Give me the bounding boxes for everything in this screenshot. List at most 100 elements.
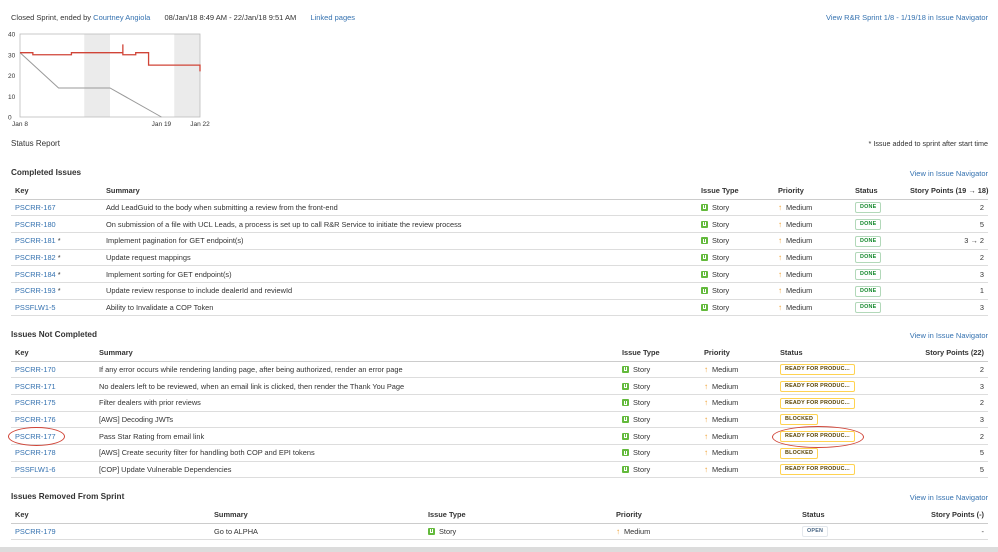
priority-label: Medium: [712, 398, 739, 408]
column-header-key[interactable]: Key: [11, 182, 102, 200]
column-header-story-points[interactable]: Story Points (-): [918, 506, 988, 524]
issue-key-link[interactable]: PSCRR-171: [15, 382, 56, 391]
column-header-key[interactable]: Key: [11, 506, 210, 524]
nonworking-days-band-0: [84, 34, 110, 117]
sprint-issue-navigator-link[interactable]: View R&R Sprint 1/8 - 1/19/18 in Issue N…: [826, 13, 988, 22]
issue-key-link[interactable]: PSCRR-178: [15, 448, 56, 457]
issue-key-link[interactable]: PSCRR-170: [15, 365, 56, 374]
table-row[interactable]: PSSFLW1-5 Ability to Invalidate a COP To…: [11, 299, 988, 317]
column-header-status[interactable]: Status: [851, 182, 906, 200]
issue-key-cell: PSCRR-175: [11, 394, 95, 412]
issue-key-link[interactable]: PSCRR-167: [15, 203, 56, 212]
column-header-story-points[interactable]: Story Points (19 → 18): [906, 182, 988, 200]
table-row[interactable]: PSCRR-178 [AWS] Create security filter fo…: [11, 444, 988, 462]
issue-key-link[interactable]: PSCRR-180: [15, 220, 56, 229]
issue-type-label: Story: [633, 464, 651, 474]
issue-type-cell: Story: [697, 265, 774, 283]
issue-key-link[interactable]: PSSFLW1-6: [15, 465, 56, 474]
sprint-status-text: Closed Sprint, ended by: [11, 13, 92, 22]
table-row[interactable]: PSCRR-180 On submission of a file with U…: [11, 215, 988, 233]
issue-key-link[interactable]: PSCRR-176: [15, 415, 56, 424]
issue-key-link[interactable]: PSCRR-181: [15, 236, 56, 245]
table-row[interactable]: PSCRR-181 * Implement pagination for GET …: [11, 232, 988, 250]
issue-summary: [AWS] Create security filter for handlin…: [95, 444, 618, 462]
priority-cell: ↑ Medium: [774, 215, 851, 233]
issue-key-cell: PSCRR-193 *: [11, 282, 102, 300]
table-row[interactable]: PSCRR-171 No dealers left to be reviewed,…: [11, 377, 988, 395]
issue-type-cell: Story: [697, 282, 774, 300]
priority-cell: ↑ Medium: [700, 411, 776, 429]
table-row[interactable]: PSCRR-177 Pass Star Rating from email lin…: [11, 427, 988, 445]
removed-issue-navigator-link[interactable]: View in Issue Navigator: [910, 493, 988, 502]
issue-type-label: Story: [712, 252, 730, 262]
column-header-priority[interactable]: Priority: [612, 506, 798, 524]
issue-type-cell: Story: [618, 411, 700, 429]
priority-cell: ↑ Medium: [774, 199, 851, 217]
column-header-issue-type[interactable]: Issue Type: [697, 182, 774, 200]
issue-summary: Ability to Invalidate a COP Token: [102, 299, 697, 317]
column-header-issue-type[interactable]: Issue Type: [424, 506, 612, 524]
issue-key-link[interactable]: PSCRR-184: [15, 270, 56, 279]
column-header-status[interactable]: Status: [776, 344, 888, 362]
status-lozenge: DONE: [855, 219, 882, 231]
issue-summary: Update review response to include dealer…: [102, 282, 697, 300]
issue-key-cell: PSCRR-184 *: [11, 265, 102, 283]
status-cell: READY FOR PRODUC...: [776, 394, 888, 412]
issue-key-link[interactable]: PSCRR-193: [15, 286, 56, 295]
issue-summary: No dealers left to be reviewed, when an …: [95, 377, 618, 395]
column-header-summary[interactable]: Summary: [210, 506, 424, 524]
issue-type-label: Story: [633, 364, 651, 374]
issue-key-cell: PSSFLW1-5: [11, 299, 102, 317]
story-icon: [622, 399, 629, 407]
story-icon: [701, 220, 708, 228]
issue-type-cell: Story: [618, 444, 700, 462]
column-header-issue-type[interactable]: Issue Type: [618, 344, 700, 362]
table-row[interactable]: PSCRR-176 [AWS] Decoding JWTs Story ↑ Medium…: [11, 411, 988, 429]
removed-issues-table: Key Summary Issue Type Priority Status S…: [11, 506, 988, 541]
linked-pages-link[interactable]: Linked pages: [310, 13, 355, 22]
column-header-priority[interactable]: Priority: [700, 344, 776, 362]
table-row[interactable]: PSCRR-193 * Update review response to inc…: [11, 282, 988, 300]
priority-medium-arrow-icon: ↑: [778, 286, 782, 296]
issue-type-label: Story: [712, 302, 730, 312]
column-header-priority[interactable]: Priority: [774, 182, 851, 200]
table-row[interactable]: PSCRR-175 Filter dealers with prior revie…: [11, 394, 988, 412]
not-completed-issue-navigator-link[interactable]: View in Issue Navigator: [910, 331, 988, 340]
issue-type-label: Story: [712, 219, 730, 229]
column-header-story-points[interactable]: Story Points (22): [888, 344, 988, 362]
issue-summary: [AWS] Decoding JWTs: [95, 411, 618, 429]
issue-key-link[interactable]: PSCRR-177: [15, 432, 56, 441]
completed-issue-navigator-link[interactable]: View in Issue Navigator: [910, 169, 988, 178]
burndown-chart: 40 30 20 10 0 Jan 8 Jan 19 Jan 22: [6, 28, 216, 132]
column-header-status[interactable]: Status: [798, 506, 918, 524]
issue-key-cell: PSCRR-176: [11, 411, 95, 429]
column-header-key[interactable]: Key: [11, 344, 95, 362]
issue-type-label: Story: [712, 202, 730, 212]
priority-cell: ↑ Medium: [612, 523, 798, 541]
issue-type-label: Story: [633, 431, 651, 441]
story-icon: [701, 203, 708, 211]
status-cell: READY FOR PRODUC...: [776, 427, 888, 445]
issue-key-link[interactable]: PSCRR-179: [15, 527, 56, 536]
priority-medium-arrow-icon: ↑: [778, 236, 782, 246]
priority-cell: ↑ Medium: [700, 377, 776, 395]
table-row[interactable]: PSSFLW1-6 [COP] Update Vulnerable Depende…: [11, 461, 988, 479]
table-row[interactable]: PSCRR-179 Go to ALPHA Story ↑ Medium OPEN -: [11, 523, 988, 541]
table-row[interactable]: PSCRR-167 Add LeadGuid to the body when …: [11, 199, 988, 217]
priority-medium-arrow-icon: ↑: [778, 269, 782, 279]
table-header-row: Key Summary Issue Type Priority Status S…: [11, 344, 988, 362]
story-icon: [622, 382, 629, 390]
x-tick-label: Jan 19: [152, 121, 172, 128]
table-row[interactable]: PSCRR-170 If any error occurs while rende…: [11, 361, 988, 379]
story-icon: [622, 449, 629, 457]
table-row[interactable]: PSCRR-184 * Implement sorting for GET end…: [11, 265, 988, 283]
issue-key-link[interactable]: PSCRR-182: [15, 253, 56, 262]
column-header-summary[interactable]: Summary: [95, 344, 618, 362]
priority-medium-arrow-icon: ↑: [704, 414, 708, 424]
issue-key-link[interactable]: PSCRR-175: [15, 398, 56, 407]
table-row[interactable]: PSCRR-182 * Update request mappings Story ↑…: [11, 249, 988, 267]
column-header-summary[interactable]: Summary: [102, 182, 697, 200]
issue-key-link[interactable]: PSSFLW1-5: [15, 303, 56, 312]
ended-by-user-link[interactable]: Courtney Angiola: [93, 13, 150, 22]
y-tick-label: 40: [8, 32, 16, 39]
